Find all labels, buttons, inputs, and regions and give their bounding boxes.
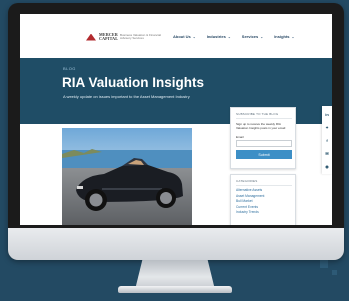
nav-item-about[interactable]: About Us ⌄ (173, 34, 196, 39)
category-link[interactable]: Industry Trends (236, 210, 292, 216)
chevron-down-icon: ⌄ (260, 35, 264, 39)
logo-mark-icon (86, 34, 96, 41)
subscribe-card: SUBSCRIBE TO THE BLOG Sign up to receive… (230, 107, 296, 169)
monitor-screen: MERCER CAPITAL Business Valuation & Fina… (20, 14, 332, 225)
nav-item-industries[interactable]: Industries ⌄ (207, 34, 231, 39)
subscribe-title: SUBSCRIBE TO THE BLOG (236, 112, 279, 116)
chevron-down-icon: ⌄ (227, 35, 231, 39)
submit-button[interactable]: Submit (236, 150, 292, 159)
main-nav: About Us ⌄ Industries ⌄ Services ⌄ Insights… (173, 34, 294, 39)
categories-card: CATEGORIES Alternative Assets Asset Mana… (230, 174, 296, 225)
email-icon[interactable]: ✉ (323, 148, 331, 158)
featured-image[interactable] (62, 128, 192, 225)
categories-title: CATEGORIES (236, 179, 258, 183)
monitor-chin (8, 228, 344, 260)
social-share-bar: in ✦ f ✉ ◉ (322, 106, 332, 174)
monitor-stand (135, 260, 215, 288)
nav-item-services[interactable]: Services ⌄ (242, 34, 263, 39)
chevron-down-icon: ⌄ (291, 35, 295, 39)
email-label: Email (236, 135, 244, 139)
hero-kicker: BLOG (63, 66, 76, 71)
divider (236, 185, 292, 186)
site-header: MERCER CAPITAL Business Valuation & Fina… (20, 14, 332, 58)
page-subtitle: A weekly update on issues important to t… (63, 94, 190, 99)
email-field[interactable] (236, 140, 292, 147)
car-photo (62, 128, 192, 225)
categories-list: Alternative Assets Asset Management Bull… (236, 188, 292, 216)
subscribe-description: Sign up to receive the weekly RIA Valuat… (236, 122, 286, 130)
facebook-icon[interactable]: f (323, 135, 331, 145)
logo-tagline: Business Valuation & Financial Advisory … (120, 32, 161, 40)
chevron-down-icon: ⌄ (192, 35, 196, 39)
site-logo[interactable]: MERCER CAPITAL Business Valuation & Fina… (86, 32, 186, 42)
twitter-icon[interactable]: ✦ (323, 122, 331, 132)
logo-name: MERCER CAPITAL (99, 32, 119, 41)
nav-item-insights[interactable]: Insights ⌄ (274, 34, 294, 39)
monitor-base (118, 286, 232, 293)
page-title: RIA Valuation Insights (62, 75, 205, 90)
rss-icon[interactable]: ◉ (323, 161, 331, 171)
divider (236, 118, 292, 119)
linkedin-icon[interactable]: in (323, 109, 331, 119)
